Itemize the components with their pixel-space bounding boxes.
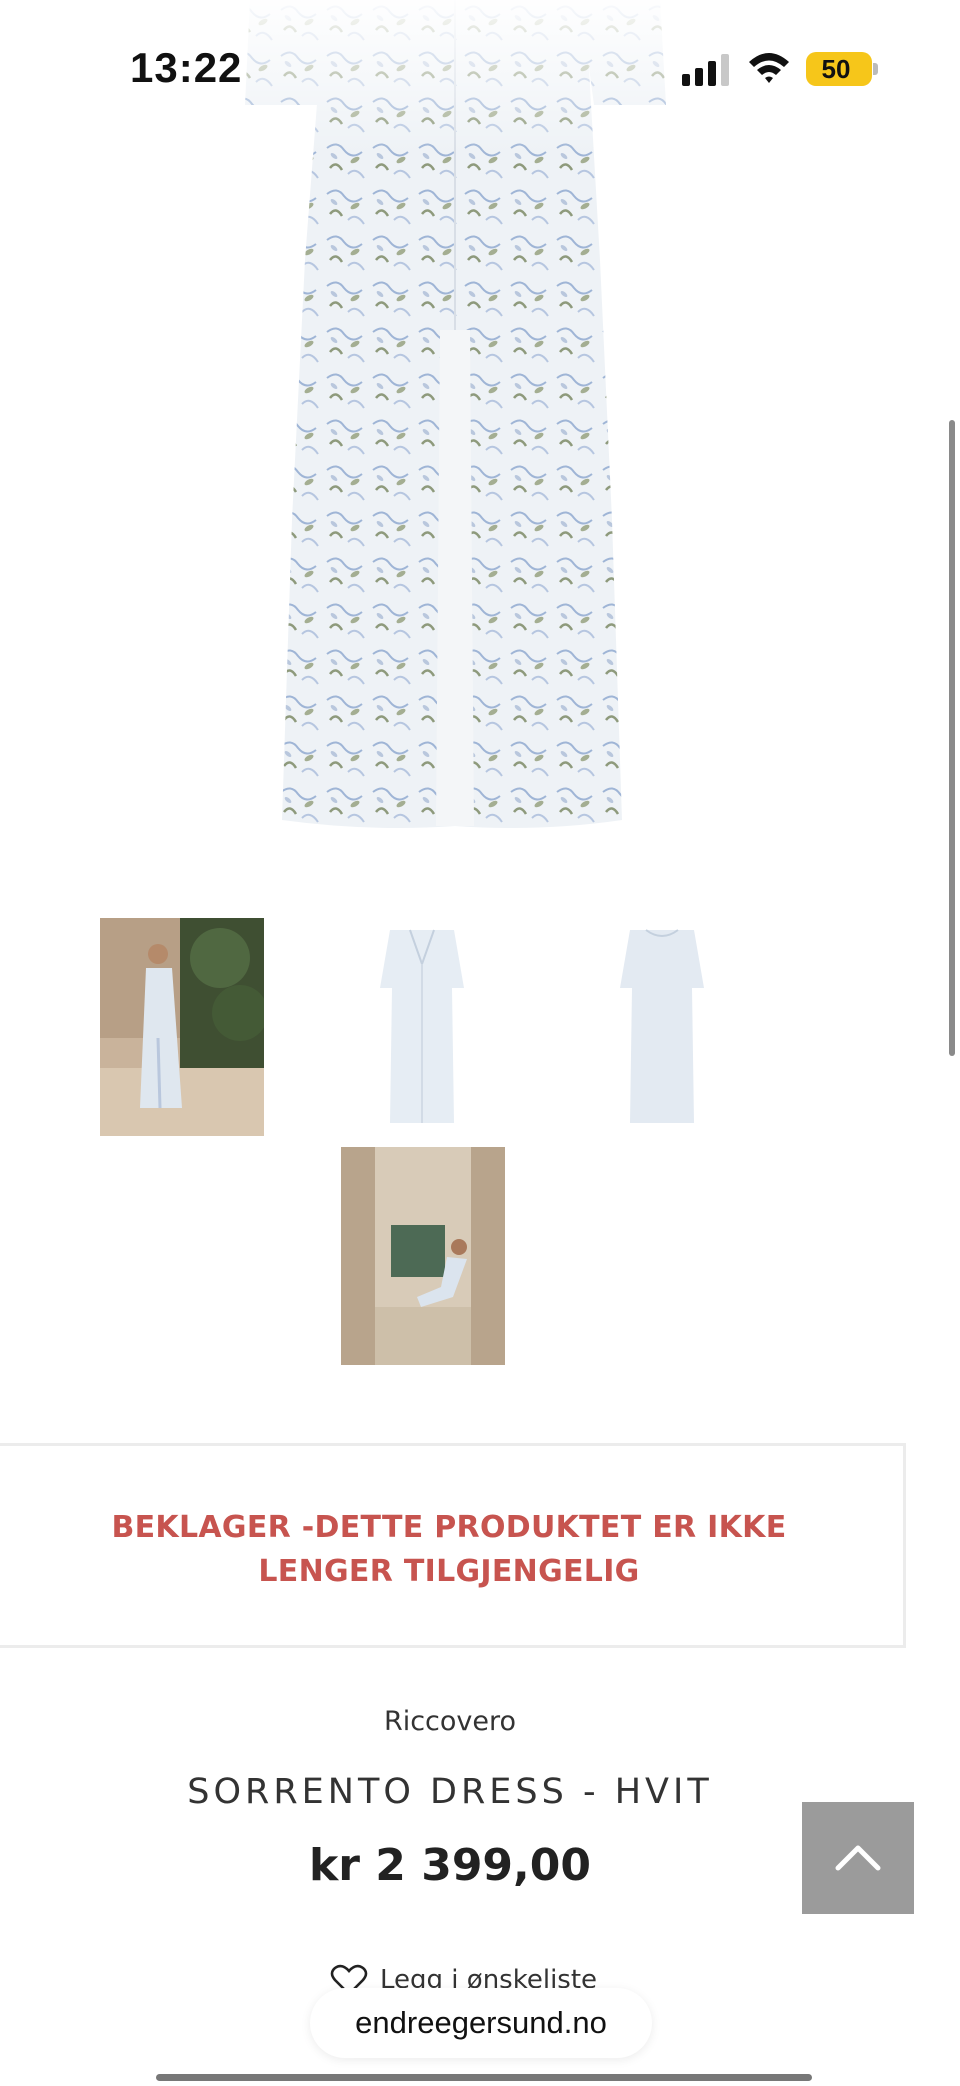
product-price: kr 2 399,00 [308, 1840, 591, 1891]
chevron-up-icon [835, 1845, 881, 1871]
status-bar: 13:22 50 [0, 0, 960, 130]
brand-name[interactable]: Riccovero [0, 1706, 900, 1737]
home-indicator[interactable] [156, 2074, 812, 2081]
unavailable-notice: BEKLAGER -DETTE PRODUKTET ER IKKE LENGER… [0, 1443, 906, 1648]
thumbnail-model-seated[interactable] [341, 1147, 505, 1365]
battery-cap [873, 63, 878, 75]
unavailable-message: BEKLAGER -DETTE PRODUKTET ER IKKE LENGER… [111, 1510, 787, 1589]
wifi-icon [749, 53, 789, 83]
thumbnail-dress-back[interactable] [580, 918, 744, 1136]
status-time: 13:22 [130, 44, 243, 91]
page-scrollbar[interactable] [949, 420, 955, 1056]
battery-icon: 50 [806, 52, 878, 86]
back-to-top-button[interactable] [802, 1802, 914, 1914]
browser-address-bar[interactable]: endreegersund.no [310, 1988, 652, 2058]
thumbnail-dress-front[interactable] [340, 918, 504, 1136]
thumbnail-model-outdoor[interactable] [100, 918, 264, 1136]
battery-level: 50 [821, 54, 851, 84]
cellular-signal-icon [682, 54, 729, 86]
product-title: SORRENTO DRESS - HVIT [187, 1772, 713, 1812]
